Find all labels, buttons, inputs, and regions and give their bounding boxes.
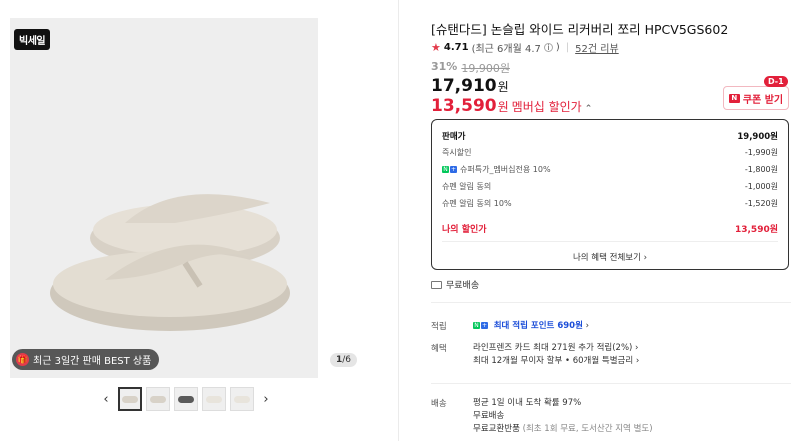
member-price[interactable]: 13,590 원 멤버십 할인가 ⌃: [431, 96, 592, 116]
arrival-probability: 평균 1일 이내 도착 확률 97%: [473, 398, 582, 408]
member-price-unit: 원: [497, 100, 509, 114]
info-icon[interactable]: i: [543, 43, 553, 52]
free-return-note: (최초 1회 무료, 도서산간 지역 별도): [522, 424, 653, 434]
best-badge-label: 최근 3일간 판매 BEST 상품: [33, 356, 152, 367]
member-price-label: 멤버십 할인가: [511, 100, 582, 114]
delivery-content: 평균 1일 이내 도착 확률 97% 무료배송 무료교환반품 (최초 1회 무료…: [473, 397, 653, 436]
price-row: 판매가 19,900원: [442, 130, 778, 142]
points-link[interactable]: N + 최대 적립 포인트 690원 ›: [473, 320, 589, 333]
review-count-link[interactable]: 52건 리뷰: [575, 40, 619, 55]
free-return-text: 무료교환반품: [473, 424, 520, 434]
rating-recent: (최근 6개월 4.7: [471, 44, 541, 55]
chevron-right-icon: ›: [632, 343, 639, 353]
chevron-right-icon: ›: [582, 321, 589, 331]
price-row-label: 판매가: [442, 132, 466, 142]
price-unit: 원: [497, 80, 509, 94]
original-price: 19,900원: [461, 62, 510, 75]
price-row-value: -1,000원: [744, 182, 778, 191]
thumbnail[interactable]: [118, 387, 142, 411]
price-row-value: -1,800원: [744, 165, 778, 174]
points-label: 적립: [431, 322, 447, 332]
product-title: [슈탠다드] 논슬립 와이드 리커버리 쪼리 HPCV5GS602: [431, 22, 729, 37]
naver-plus-icon: N +: [442, 166, 457, 173]
column-divider: [398, 0, 399, 441]
benefit-label: 혜택: [431, 344, 447, 354]
section-divider: [431, 302, 791, 303]
separator: |: [565, 42, 570, 53]
sale-price: 17,910원: [431, 76, 509, 96]
star-icon: ★: [431, 41, 441, 54]
thumbnail-strip: ‹ ›: [98, 387, 274, 411]
my-price-row: 나의 할인가 13,590원: [442, 222, 778, 235]
discount-percent: 31%: [431, 60, 458, 73]
naver-n-icon: N: [728, 93, 740, 103]
coupon-button[interactable]: N 쿠폰 받기: [723, 86, 789, 110]
price-row-value: -1,520원: [744, 199, 778, 208]
naver-plus-membership-icon: N +: [473, 322, 488, 329]
installment-benefit-link[interactable]: 최대 12개월 무이자 할부 • 60개월 특별금리: [473, 356, 633, 366]
my-price-value: 13,590원: [734, 225, 778, 235]
sale-badge: 빅세일: [14, 29, 51, 50]
price-row: 슈펜 알림 동의 10% -1,520원: [442, 198, 778, 209]
truck-icon: [431, 280, 442, 289]
thumbnail[interactable]: [230, 387, 254, 411]
product-main-image[interactable]: [10, 18, 318, 378]
price-breakdown-box: 판매가 19,900원 즉시할인 -1,990원 N + 슈퍼특가_멤버십전용 10…: [431, 119, 789, 270]
page-total: /6: [342, 355, 352, 365]
thumbnail[interactable]: [174, 387, 198, 411]
chevron-up-icon: ⌃: [584, 104, 593, 114]
product-gallery: 빅세일 🎁 최근 3일간 판매 BEST 상품 1/6 ‹ ›: [0, 0, 400, 441]
flip-flop-image: [50, 194, 290, 331]
price-row: 즉시할인 -1,990원: [442, 147, 778, 158]
prev-arrow-icon[interactable]: ‹: [98, 392, 114, 407]
free-shipping-row: 무료배송: [431, 278, 479, 291]
next-arrow-icon[interactable]: ›: [258, 392, 274, 407]
rating-score: 4.71: [443, 42, 469, 53]
thumbnail[interactable]: [146, 387, 170, 411]
price-box-divider: [442, 241, 778, 242]
benefit-content: 라인프렌즈 카드 최대 271원 추가 적립(2%) › 최대 12개월 무이자…: [473, 342, 639, 368]
image-page-indicator: 1/6: [330, 353, 358, 367]
sale-price-value: 17,910: [431, 76, 497, 96]
rating-row: ★ 4.71 (최근 6개월 4.7 i) | 52건 리뷰: [431, 40, 619, 55]
coupon-label: 쿠폰 받기: [742, 94, 784, 106]
card-benefit-link[interactable]: 라인프렌즈 카드 최대 271원 추가 적립(2%): [473, 343, 632, 353]
points-text: 최대 적립 포인트 690원: [493, 321, 583, 331]
all-benefits-link[interactable]: 나의 혜택 전체보기 ›: [432, 251, 788, 263]
thumbnail[interactable]: [202, 387, 226, 411]
price-row-label: 즉시할인: [442, 148, 472, 157]
best-seller-badge: 🎁 최근 3일간 판매 BEST 상품: [12, 349, 160, 370]
chevron-right-icon: ›: [643, 253, 648, 263]
price-row: N + 슈퍼특가_멤버십전용 10% -1,800원: [442, 164, 778, 175]
coupon-dday-badge: D-1: [764, 76, 788, 87]
price-row-label-text: 슈퍼특가_멤버십전용 10%: [460, 165, 551, 174]
price-row-label: 슈펜 알림 동의 10%: [442, 199, 512, 208]
chevron-right-icon: ›: [633, 356, 640, 366]
price-row-value: -1,990원: [744, 148, 778, 157]
free-shipping-label: 무료배송: [446, 281, 480, 291]
price-row: 슈펜 알림 동의 -1,000원: [442, 181, 778, 192]
original-price-row: 31% 19,900원: [431, 60, 510, 76]
delivery-label: 배송: [431, 399, 447, 409]
free-shipping-text: 무료배송: [473, 411, 505, 421]
all-benefits-label: 나의 혜택 전체보기: [572, 253, 641, 263]
gift-icon: 🎁: [16, 353, 29, 366]
price-row-label: 슈펜 알림 동의: [442, 182, 492, 191]
my-price-label: 나의 할인가: [442, 225, 487, 235]
section-divider: [431, 383, 791, 384]
member-price-value: 13,590: [431, 96, 497, 116]
price-row-label: N + 슈퍼특가_멤버십전용 10%: [442, 164, 551, 175]
price-row-value: 19,900원: [737, 132, 778, 142]
